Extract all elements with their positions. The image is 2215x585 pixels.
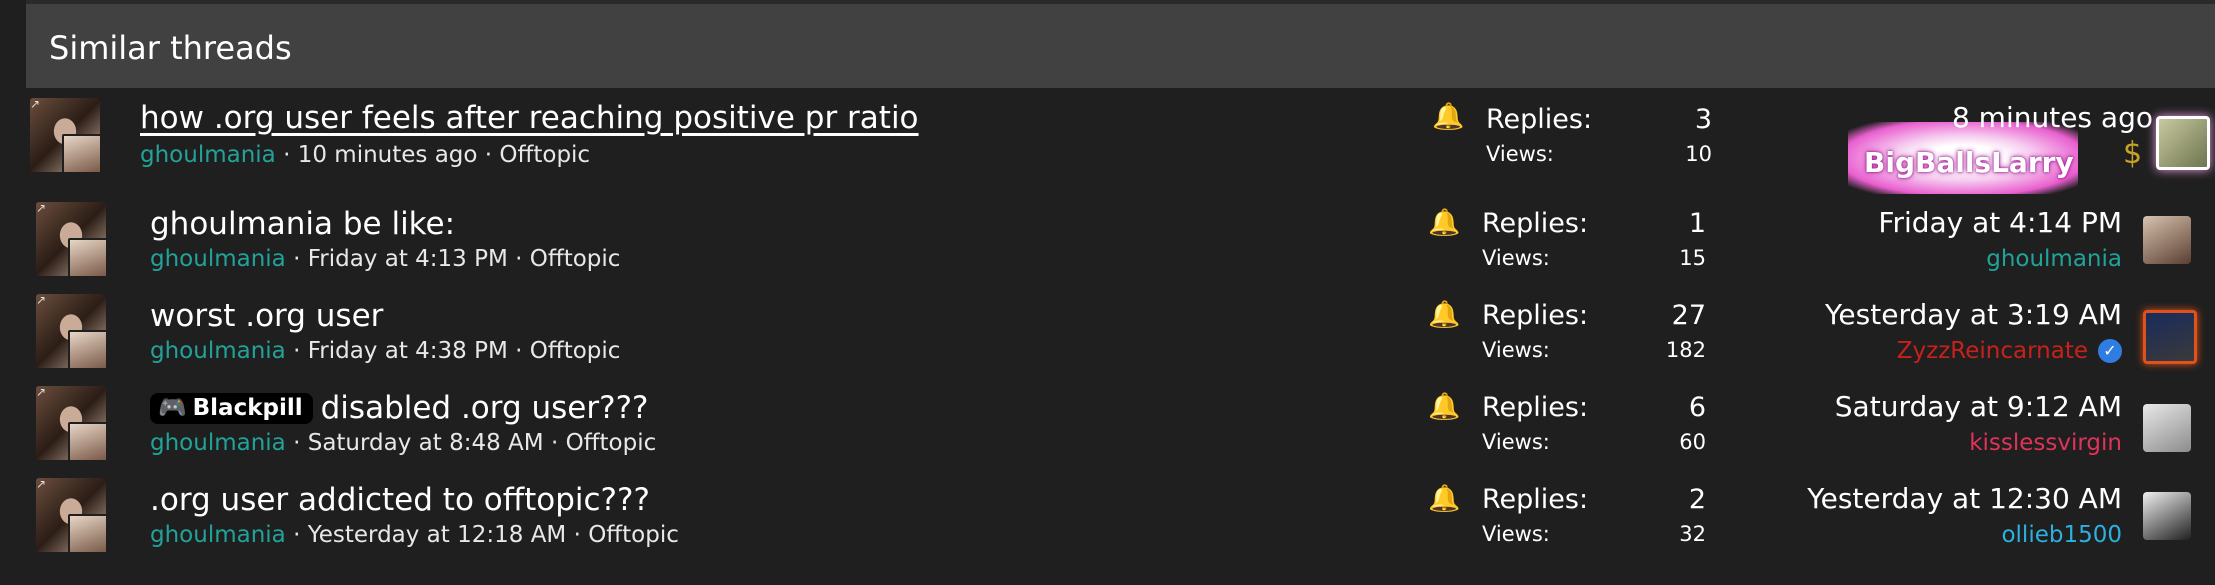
thread-meta: ghoulmania · Friday at 4:38 PM · Offtopi… — [150, 338, 620, 364]
last-poster-link[interactable]: ollieb1500 — [2001, 522, 2122, 548]
thread-title-link[interactable]: ghoulmania be like: — [150, 206, 455, 242]
thread-meta-text: · 10 minutes ago · Offtopic — [275, 142, 591, 168]
author-avatar[interactable]: ↗ — [36, 386, 108, 462]
thread-row: ↗ ghoulmania be like: ghoulmania · Frida… — [26, 200, 2215, 292]
bell-icon[interactable]: 🔔 — [1428, 300, 1460, 330]
views-count: 15 — [1679, 246, 1706, 270]
replies-label: Replies: — [1486, 104, 1593, 135]
bell-icon[interactable]: 🔔 — [1432, 102, 1464, 132]
last-poster-avatar[interactable] — [2143, 310, 2197, 364]
last-poster-link[interactable]: kisslessvirgin — [1969, 430, 2122, 456]
bell-icon[interactable]: 🔔 — [1428, 208, 1460, 238]
last-poster-avatar[interactable] — [2143, 492, 2191, 540]
section-title: Similar threads — [49, 29, 292, 67]
thread-author-link[interactable]: ghoulmania — [140, 142, 276, 168]
views-label: Views: — [1482, 338, 1550, 362]
author-avatar[interactable]: ↗ — [36, 202, 108, 278]
views-label: Views: — [1482, 246, 1550, 270]
thread-meta-text: · Friday at 4:38 PM · Offtopic — [285, 338, 621, 364]
views-count: 182 — [1665, 338, 1706, 362]
thread-row: ↗ worst .org user ghoulmania · Friday at… — [26, 292, 2215, 384]
last-poster-link[interactable]: ZyzzReincarnate ✓ — [1897, 338, 2122, 364]
replies-count: 1 — [1688, 208, 1706, 239]
last-post-date[interactable]: Saturday at 9:12 AM — [1835, 390, 2122, 423]
thread-title-link[interactable]: .org user addicted to offtopic??? — [150, 482, 650, 518]
coin-icon: $ — [2123, 136, 2143, 171]
last-poster-name: ZyzzReincarnate — [1896, 338, 2088, 364]
views-count: 60 — [1679, 430, 1706, 454]
thread-author-link[interactable]: ghoulmania — [150, 430, 286, 456]
thread-meta-text: · Yesterday at 12:18 AM · Offtopic — [285, 522, 679, 548]
views-count: 10 — [1685, 142, 1712, 166]
last-post-date[interactable]: Friday at 4:14 PM — [1878, 206, 2122, 239]
avatar-overlay — [68, 422, 108, 462]
thread-author-link[interactable]: ghoulmania — [150, 246, 286, 272]
thread-row: ↗ .org user addicted to offtopic??? ghou… — [26, 476, 2215, 568]
bell-icon[interactable]: 🔔 — [1428, 484, 1460, 514]
last-post-date[interactable]: Yesterday at 12:30 AM — [1807, 482, 2122, 515]
replies-count: 6 — [1688, 392, 1706, 423]
replies-label: Replies: — [1482, 392, 1589, 423]
author-avatar[interactable]: ↗ — [36, 478, 108, 554]
avatar-overlay — [62, 134, 102, 174]
replies-count: 2 — [1688, 484, 1706, 515]
thread-prefix-label: Blackpill — [192, 395, 303, 421]
thread-prefix-badge[interactable]: 🎮 Blackpill — [150, 393, 313, 424]
bell-icon[interactable]: 🔔 — [1428, 392, 1460, 422]
avatar-overlay — [68, 514, 108, 554]
last-poster-link[interactable]: BigBallsLarry — [1864, 146, 2074, 179]
replies-count: 3 — [1694, 104, 1712, 135]
views-count: 32 — [1679, 522, 1706, 546]
views-label: Views: — [1482, 430, 1550, 454]
check-badge-icon: ✓ — [2098, 339, 2122, 363]
section-header: Similar threads — [26, 4, 2215, 88]
last-poster-avatar[interactable] — [2143, 404, 2191, 452]
last-post-date[interactable]: Yesterday at 3:19 AM — [1825, 298, 2122, 331]
last-poster-avatar[interactable] — [2156, 116, 2210, 170]
thread-meta: ghoulmania · Yesterday at 12:18 AM · Off… — [150, 522, 679, 548]
thread-meta: ghoulmania · 10 minutes ago · Offtopic — [140, 142, 590, 168]
thread-author-link[interactable]: ghoulmania — [150, 338, 286, 364]
replies-count: 27 — [1671, 300, 1706, 331]
avatar-overlay — [68, 330, 108, 370]
avatar-overlay — [68, 238, 108, 278]
thread-meta-text: · Saturday at 8:48 AM · Offtopic — [285, 430, 657, 456]
thread-meta-text: · Friday at 4:13 PM · Offtopic — [285, 246, 621, 272]
author-avatar[interactable]: ↗ — [36, 294, 108, 370]
author-avatar[interactable]: ↗ — [30, 98, 102, 174]
thread-title-link[interactable]: how .org user feels after reaching posit… — [140, 100, 919, 136]
thread-title-link[interactable]: worst .org user — [150, 298, 383, 334]
replies-label: Replies: — [1482, 208, 1589, 239]
views-label: Views: — [1486, 142, 1554, 166]
thread-author-link[interactable]: ghoulmania — [150, 522, 286, 548]
thread-row: ↗ 🎮 Blackpill disabled .org user??? ghoulm… — [26, 384, 2215, 476]
gamepad-icon: 🎮 — [158, 395, 187, 421]
views-label: Views: — [1482, 522, 1550, 546]
replies-label: Replies: — [1482, 484, 1589, 515]
thread-meta: ghoulmania · Saturday at 8:48 AM · Offto… — [150, 430, 656, 456]
last-poster-link[interactable]: ghoulmania — [1986, 246, 2122, 272]
replies-label: Replies: — [1482, 300, 1589, 331]
thread-title-link[interactable]: disabled .org user??? — [321, 390, 649, 426]
thread-title-row: 🎮 Blackpill disabled .org user??? — [150, 390, 649, 426]
similar-threads-panel: Similar threads ↗ how .org user feels af… — [26, 0, 2215, 585]
last-post-date[interactable]: 8 minutes ago — [1952, 101, 2153, 134]
thread-meta: ghoulmania · Friday at 4:13 PM · Offtopi… — [150, 246, 620, 272]
last-poster-avatar[interactable] — [2143, 216, 2191, 264]
